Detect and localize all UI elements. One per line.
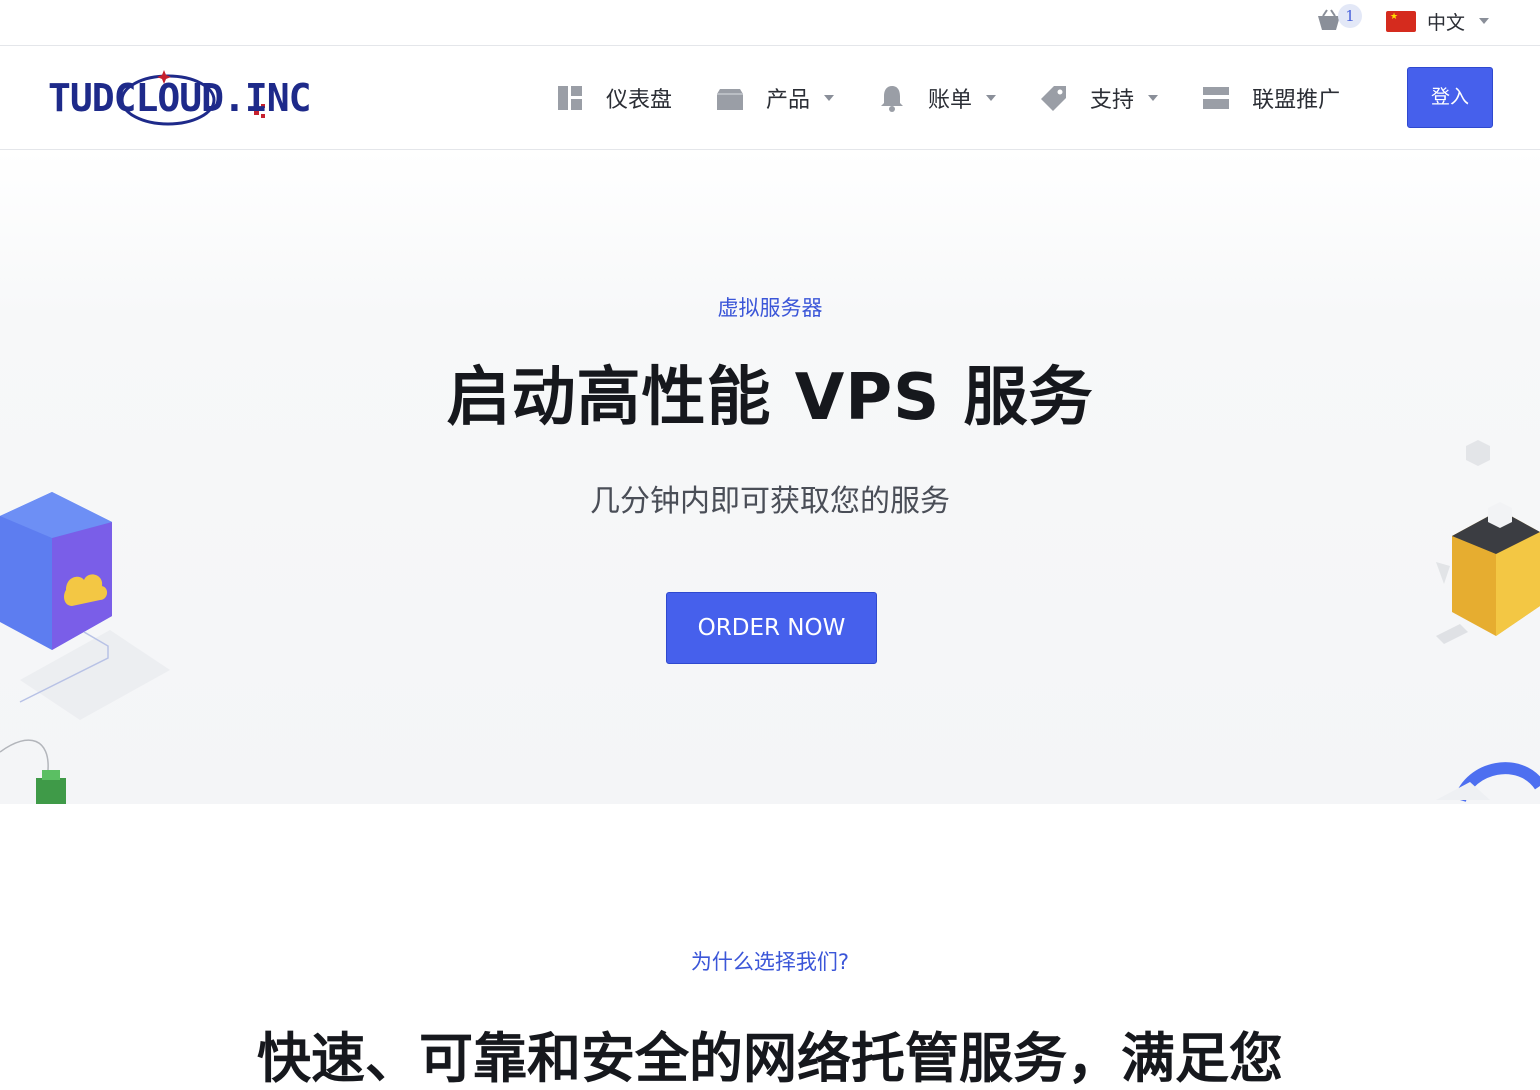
china-flag-icon: ★ [1386, 10, 1416, 32]
server-cube-illustration [0, 492, 170, 804]
chevron-down-icon [824, 95, 835, 101]
login-button[interactable]: 登入 [1407, 67, 1493, 128]
nav-item-support[interactable]: 支持 [1040, 78, 1159, 118]
nav-label: 仪表盘 [606, 88, 673, 113]
dashboard-icon [556, 84, 584, 112]
chevron-down-icon [986, 95, 997, 101]
box-icon [716, 84, 744, 112]
hero-subtitle: 几分钟内即可获取您的服务 [590, 484, 950, 519]
main-navbar: TUDCLOUD.INC 仪表盘 产品 账单 支持 联盟推广 登入 [0, 46, 1540, 150]
nav-item-billing[interactable]: 账单 [878, 78, 997, 118]
nav-label: 账单 [928, 88, 973, 113]
language-selector[interactable]: ★ 中文 [1386, 6, 1490, 36]
order-now-button[interactable]: ORDER NOW [666, 592, 877, 664]
language-label: 中文 [1427, 11, 1466, 34]
primary-nav: 仪表盘 产品 账单 支持 联盟推广 [556, 46, 1384, 150]
nav-item-products[interactable]: 产品 [716, 78, 835, 118]
credit-card-icon [1202, 84, 1230, 112]
nav-label: 联盟推广 [1252, 88, 1341, 113]
hero-eyebrow: 虚拟服务器 [717, 296, 823, 320]
why-eyebrow: 为什么选择我们? [690, 950, 850, 974]
tag-icon [1040, 84, 1068, 112]
chevron-down-icon [1479, 18, 1490, 24]
top-utility-bar: 1 ★ 中文 [0, 0, 1540, 46]
nav-label: 产品 [766, 88, 811, 113]
why-title: 快速、可靠和安全的网络托管服务，满足您 [257, 1027, 1283, 1090]
nav-label: 支持 [1090, 88, 1135, 113]
chevron-down-icon [1148, 95, 1159, 101]
nav-item-affiliate[interactable]: 联盟推广 [1202, 78, 1340, 118]
bell-icon [878, 84, 906, 112]
logo-wordmark: TUDCLOUD.INC [48, 76, 312, 120]
brand-logo[interactable]: TUDCLOUD.INC [48, 66, 338, 132]
cart-button[interactable]: 1 [1316, 4, 1368, 38]
cart-count-badge: 1 [1338, 4, 1362, 28]
nav-item-dashboard[interactable]: 仪表盘 [556, 78, 672, 118]
hero-title: 启动高性能 VPS 服务 [446, 361, 1094, 435]
hero-section: 虚拟服务器 启动高性能 VPS 服务 几分钟内即可获取您的服务 ORDER NO… [0, 150, 1540, 804]
